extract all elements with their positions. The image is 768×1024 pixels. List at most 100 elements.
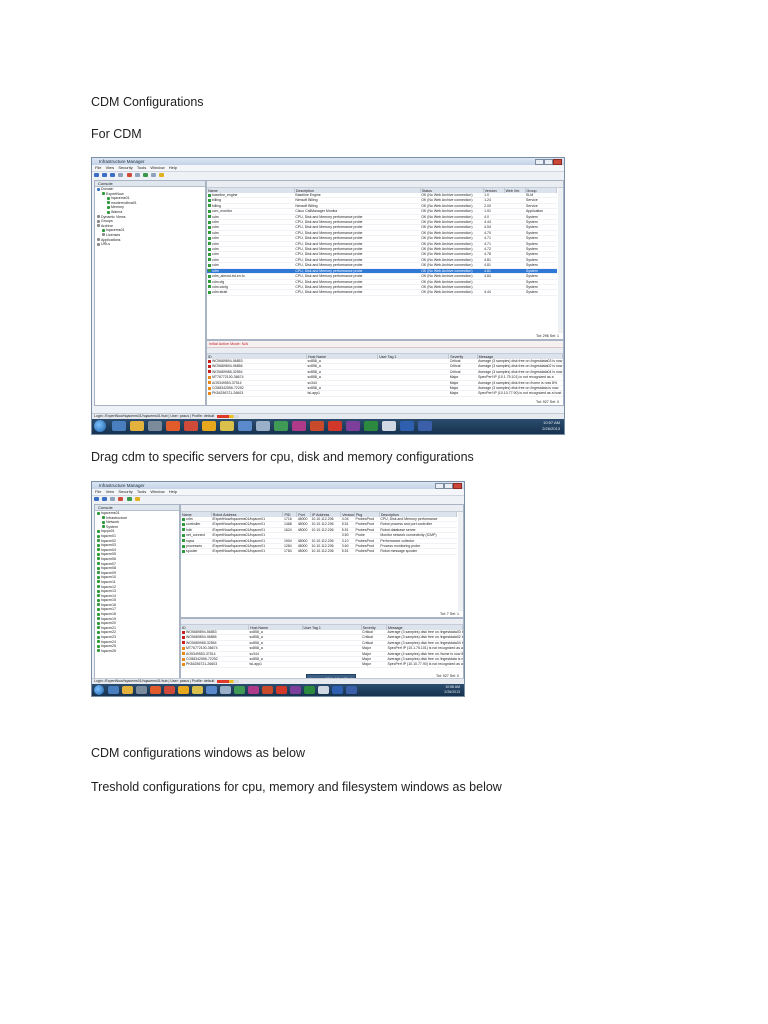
node-icon [97,242,100,246]
toolbar-icon[interactable] [134,173,140,177]
menu-tools[interactable]: Tools [137,165,146,171]
menu-view[interactable]: View [106,489,115,495]
toolbar-icon[interactable] [102,497,108,501]
menu-window[interactable]: Window [150,165,164,171]
app-icon[interactable] [310,421,324,431]
toolbar-icon[interactable] [126,173,132,177]
media-icon[interactable] [148,421,162,431]
app-icon[interactable] [262,686,273,694]
chrome-icon[interactable] [184,421,198,431]
menu-security[interactable]: Security [118,165,132,171]
cell-text: 10.10.112.206 [311,549,334,554]
menu-help[interactable]: Help [169,489,177,495]
cell-text: WO5689894-96856 [212,364,243,369]
toolbar-icon[interactable] [134,497,140,501]
firefox-icon[interactable] [150,686,161,694]
app-icon[interactable] [328,421,342,431]
app-icon[interactable] [292,421,306,431]
menu-file[interactable]: File [95,489,101,495]
status-icon [208,215,211,219]
node-icon [97,575,100,579]
toolbar-icon[interactable] [150,173,156,177]
table-row[interactable]: PK84256721-26603 tsl-app1 Major SpecPerf IP… [207,390,563,397]
cell-text: sx858_a [249,640,263,645]
app-icon[interactable] [290,686,301,694]
app-icon[interactable] [178,686,189,694]
app-icon[interactable] [220,686,231,694]
cell-text: CPU, Disk and Memory performance probe [295,290,363,295]
toolbar-icon[interactable] [110,173,116,177]
cell-text: Baseline Engine [295,193,321,197]
table-row[interactable]: PK84256721-26603 tsl-app1 Major SpecPerf IP… [181,661,463,668]
explorer-icon[interactable] [122,686,133,694]
ie-icon[interactable] [112,421,126,431]
app-icon[interactable] [418,421,432,431]
table-row[interactable]: processes/ExpertNow/hqacems01/hqacrn01 12… [181,543,457,550]
start-button-icon[interactable] [94,420,106,432]
toolbar-icon[interactable] [159,173,164,177]
menu-view[interactable]: View [106,165,115,171]
menu-help[interactable]: Help [169,165,177,171]
app-icon[interactable] [206,686,217,694]
table-row[interactable]: cdm/ExpertNow/hqacems01/hqacrn01 1716 4800… [181,517,457,523]
cell-text: Major [362,651,371,656]
toolbar-icon[interactable] [118,173,124,177]
word-icon[interactable] [400,421,414,431]
cell-text: 10.10.112.206 [311,527,334,532]
app-icon[interactable] [192,686,203,694]
toolbar-icon[interactable] [118,497,124,501]
cell-text: Critical [362,630,373,634]
tree-node[interactable]: URLs [95,242,205,247]
start-button-icon[interactable] [94,685,104,695]
app-icon[interactable] [382,421,396,431]
toolbar-icon[interactable] [94,173,99,177]
menu-window[interactable]: Window [150,489,164,495]
app-icon[interactable] [220,421,234,431]
probe-scrollbar[interactable] [458,512,463,611]
toolbar-icon[interactable] [94,497,99,501]
chrome-icon[interactable] [164,686,175,694]
excel-icon[interactable] [364,421,378,431]
toolbar-icon[interactable] [142,173,148,177]
cell-text: /ExpertNow/hqacems01/hqacrn01 [212,549,266,554]
media-icon[interactable] [136,686,147,694]
cell-text: 48000 [297,517,308,521]
table-row[interactable]: hdb/ExpertNow/hqacems01/hqacrn01 1624 4800… [181,527,457,534]
toolbar-icon[interactable] [126,497,132,501]
menu-tools[interactable]: Tools [137,489,146,495]
app-icon[interactable] [346,686,357,694]
app-icon[interactable] [276,686,287,694]
app-icon[interactable] [238,421,252,431]
table-cell: Average (3 samples) disk free on /ingest… [477,385,563,392]
tree-node[interactable]: hqacrn26 [95,649,179,654]
word-icon[interactable] [332,686,343,694]
app-icon[interactable] [256,421,270,431]
table-row[interactable]: spooler/ExpertNow/hqacems01/hqacrn01 1784… [181,548,457,555]
windows-taskbar: 10:57 AM 2/26/2013 [92,419,564,434]
cell-text: net_connect [186,533,206,538]
table-row[interactable]: cdm.strait CPU, Disk and Memory performan… [207,289,557,296]
cell-text: cdm [212,247,219,252]
firefox-icon[interactable] [166,421,180,431]
toolbar-icon[interactable] [110,497,116,501]
menu-security[interactable]: Security [118,489,132,495]
toolbar-icon[interactable] [102,173,108,177]
app-icon[interactable] [318,686,329,694]
ie-icon[interactable] [108,686,119,694]
app-icon[interactable] [274,421,288,431]
explorer-icon[interactable] [130,421,144,431]
app-icon[interactable] [346,421,360,431]
app-icon[interactable] [248,686,259,694]
app-icon[interactable] [202,421,216,431]
cell-text: System [526,214,538,219]
node-icon [102,516,105,520]
status-icon [208,274,211,278]
menu-file[interactable]: File [95,165,101,171]
node-icon [97,215,100,219]
app-icon[interactable] [234,686,245,694]
probe-scrollbar[interactable] [558,188,563,333]
node-icon [97,543,100,547]
table-row[interactable]: controller/ExpertNow/hqacems01/hqacrn01 1… [181,521,457,528]
cell-text: cdm_almost.trd.en.fo [212,274,245,279]
excel-icon[interactable] [304,686,315,694]
